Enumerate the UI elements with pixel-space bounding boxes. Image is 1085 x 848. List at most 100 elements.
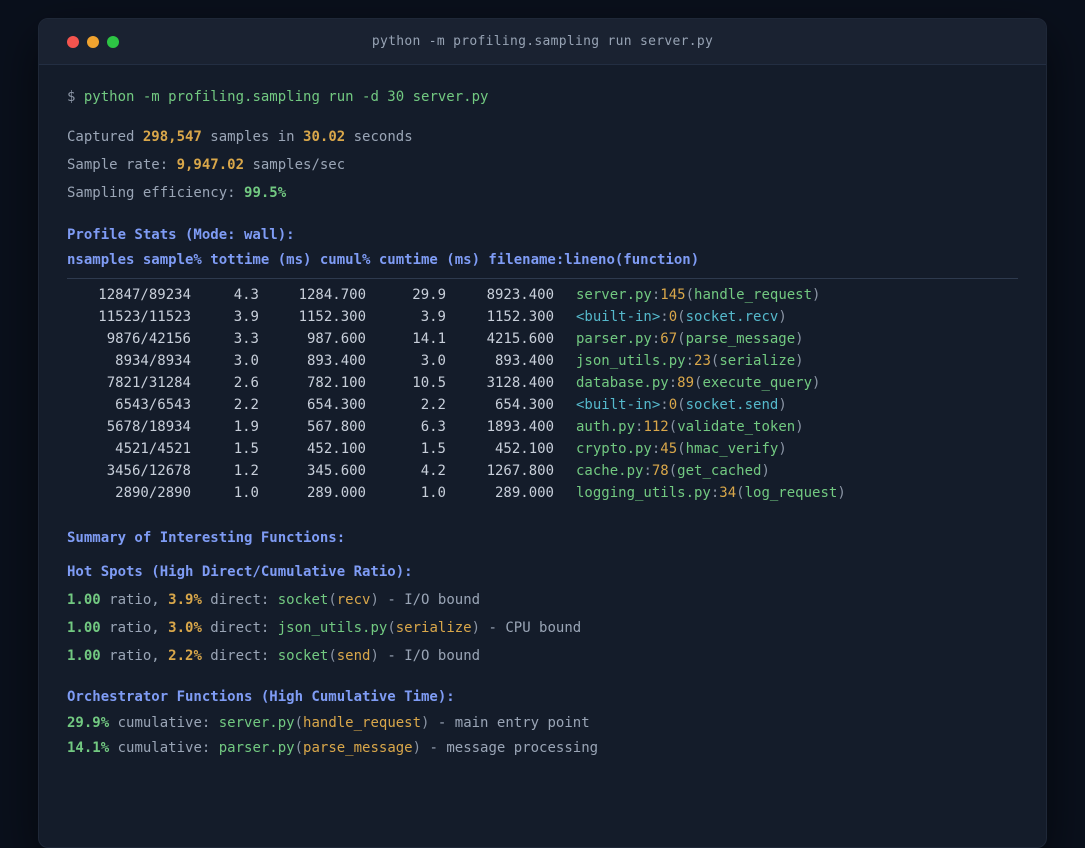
cell-cumtime: 4215.600 xyxy=(486,331,554,347)
item-description: - main entry point xyxy=(429,715,590,731)
cell-cumtime: 654.300 xyxy=(494,397,554,413)
lparen: ( xyxy=(294,740,304,756)
rparen: ) xyxy=(795,419,804,435)
orchestrator-list: 29.9% cumulative: server.py(handle_reque… xyxy=(67,711,1018,761)
cell-cumtime: 893.400 xyxy=(494,353,554,369)
stats-block: Captured 298,547 samples in 30.02 second… xyxy=(67,123,1018,207)
lparen: ( xyxy=(736,485,745,501)
table-row: 9876/42156 3.3 987.600 14.1 4215.600 parser.p… xyxy=(67,328,1018,350)
direct-label: direct: xyxy=(201,648,278,664)
direct-label: direct: xyxy=(201,592,278,608)
lparen: ( xyxy=(677,441,686,457)
cell-sample-pct: 1.0 xyxy=(233,485,259,501)
cell-cumul-pct: 6.3 xyxy=(420,419,446,435)
cell-nsamples: 8934/8934 xyxy=(115,353,191,369)
cell-location: parser.py:67(parse_message) xyxy=(576,328,804,350)
profile-table: 12847/89234 4.3 1284.700 29.9 8923.400 server… xyxy=(67,284,1018,504)
table-row: 2890/2890 1.0 289.000 1.0 289.000 logging_uti… xyxy=(67,482,1018,504)
rparen: ) xyxy=(471,620,481,636)
lparen: ( xyxy=(387,620,396,636)
efficiency-value: 99.5% xyxy=(244,185,287,201)
cell-sample-pct: 3.0 xyxy=(233,353,259,369)
cell-location: server.py:145(handle_request) xyxy=(576,284,820,306)
maximize-button[interactable] xyxy=(107,35,119,48)
filename: <built-in> xyxy=(576,397,661,413)
cell-cumtime: 8923.400 xyxy=(486,287,554,303)
arg-name: parse_message xyxy=(303,740,413,756)
cell-sample-pct: 2.2 xyxy=(233,397,259,413)
table-row: 5678/18934 1.9 567.800 6.3 1893.400 auth.py:1… xyxy=(67,416,1018,438)
function-name: serialize xyxy=(719,353,796,369)
hot-spot-item: 1.00 ratio, 3.0% direct: json_utils.py(s… xyxy=(67,614,1018,642)
colon: : xyxy=(668,375,678,391)
command-text: python -m profiling.sampling run -d 30 s… xyxy=(75,89,489,105)
sample-count: 298,547 xyxy=(142,129,202,145)
lineno: 45 xyxy=(660,441,678,457)
lparen: ( xyxy=(677,309,686,325)
lineno: 145 xyxy=(660,287,686,303)
cell-location: <built-in>:0(socket.recv) xyxy=(576,306,787,328)
function-name: get_cached xyxy=(677,463,762,479)
cell-nsamples: 6543/6543 xyxy=(115,397,191,413)
rparen: ) xyxy=(412,740,422,756)
lineno: 0 xyxy=(668,309,678,325)
profile-stats-heading: Profile Stats (Mode: wall): xyxy=(67,227,295,243)
cell-location: <built-in>:0(socket.send) xyxy=(576,394,787,416)
cell-tottime: 345.600 xyxy=(306,463,366,479)
lineno: 89 xyxy=(677,375,695,391)
function-name: validate_token xyxy=(677,419,796,435)
cell-cumul-pct: 4.2 xyxy=(420,463,446,479)
terminal-body[interactable]: $ python -m profiling.sampling run -d 30… xyxy=(39,65,1046,785)
orchestrator-heading: Orchestrator Functions (High Cumulative … xyxy=(67,689,455,705)
sample-rate-value: 9,947.02 xyxy=(176,157,245,173)
cell-cumul-pct: 3.0 xyxy=(420,353,446,369)
cell-nsamples: 3456/12678 xyxy=(106,463,191,479)
window-title: python -m profiling.sampling run server.… xyxy=(371,34,714,49)
ratio-label: ratio, xyxy=(100,648,169,664)
function-name: execute_query xyxy=(702,375,813,391)
table-row: 3456/12678 1.2 345.600 4.2 1267.800 cache.py:… xyxy=(67,460,1018,482)
item-description: - I/O bound xyxy=(378,648,481,664)
colon: : xyxy=(685,353,695,369)
traffic-lights xyxy=(67,19,119,64)
cell-nsamples: 7821/31284 xyxy=(106,375,191,391)
close-button[interactable] xyxy=(67,35,79,48)
cell-nsamples: 12847/89234 xyxy=(98,287,191,303)
lineno: 67 xyxy=(660,331,678,347)
lparen: ( xyxy=(328,648,337,664)
cell-sample-pct: 1.5 xyxy=(233,441,259,457)
direct-pct: 3.0% xyxy=(168,620,202,636)
item-description: - CPU bound xyxy=(480,620,582,636)
sample-rate-line: Sample rate: 9,947.02 samples/sec xyxy=(67,151,1018,179)
efficiency-line: Sampling efficiency: 99.5% xyxy=(67,179,1018,207)
cell-location: crypto.py:45(hmac_verify) xyxy=(576,438,787,460)
arg-name: handle_request xyxy=(303,715,422,731)
ratio-value: 1.00 xyxy=(67,620,101,636)
cell-tottime: 452.100 xyxy=(306,441,366,457)
rparen: ) xyxy=(795,353,804,369)
cell-tottime: 1152.300 xyxy=(298,309,366,325)
command-line: $ python -m profiling.sampling run -d 30… xyxy=(67,83,1018,111)
rparen: ) xyxy=(778,441,787,457)
function-name: handle_request xyxy=(694,287,813,303)
title-bar[interactable]: python -m profiling.sampling run server.… xyxy=(39,19,1046,65)
cell-tottime: 654.300 xyxy=(306,397,366,413)
hot-spots-list: 1.00 ratio, 3.9% direct: socket(recv) - … xyxy=(67,586,1018,670)
cell-cumtime: 1267.800 xyxy=(486,463,554,479)
ratio-value: 1.00 xyxy=(67,592,101,608)
lineno: 34 xyxy=(719,485,737,501)
lparen: ( xyxy=(677,331,686,347)
function-name: log_request xyxy=(744,485,838,501)
cell-tottime: 1284.700 xyxy=(298,287,366,303)
rparen: ) xyxy=(778,397,787,413)
table-row: 6543/6543 2.2 654.300 2.2 654.300 <built-in>:… xyxy=(67,394,1018,416)
direct-pct: 3.9% xyxy=(168,592,202,608)
captured-label: Captured xyxy=(67,129,143,145)
minimize-button[interactable] xyxy=(87,35,99,48)
table-row: 7821/31284 2.6 782.100 10.5 3128.400 database… xyxy=(67,372,1018,394)
cell-tottime: 782.100 xyxy=(306,375,366,391)
rparen: ) xyxy=(812,375,821,391)
filename: server.py xyxy=(576,287,652,303)
cell-sample-pct: 1.9 xyxy=(233,419,259,435)
target-name: json_utils.py xyxy=(277,620,388,636)
